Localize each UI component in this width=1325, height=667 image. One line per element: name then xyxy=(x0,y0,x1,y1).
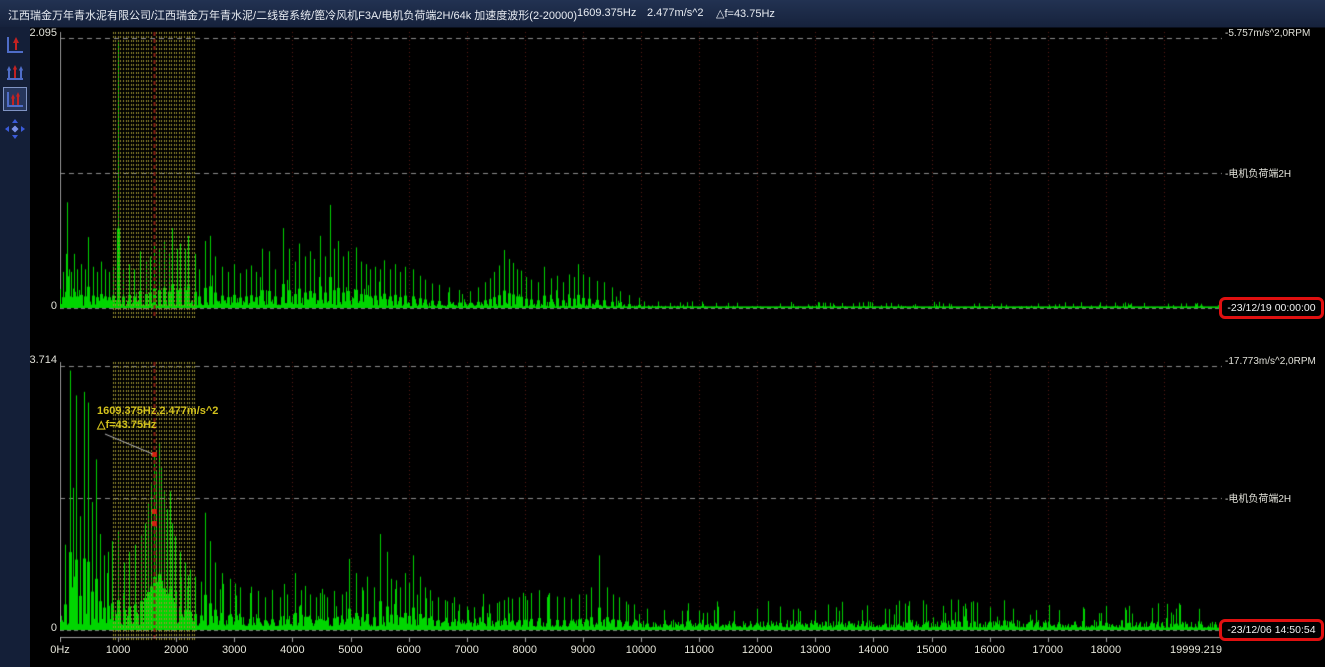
cursor-frequency-readout: 1609.375Hz xyxy=(577,7,636,19)
x-axis-label: 15000 xyxy=(902,644,962,656)
x-axis-label: 14000 xyxy=(843,644,903,656)
title-bar: 江西瑞金万年青水泥有限公司/江西瑞金万年青水泥/二线窑系统/篦冷风机F3A/电机… xyxy=(0,0,1325,28)
sideband-cursor-icon xyxy=(4,88,26,110)
x-axis-label: 1000 xyxy=(88,644,148,656)
delta-f-readout: △f=43.75Hz xyxy=(716,7,775,20)
x-axis-label: 5000 xyxy=(321,644,381,656)
x-axis-label: 6000 xyxy=(379,644,439,656)
chart1-peak-rpm-label: -5.757m/s^2,0RPM xyxy=(1225,28,1310,39)
cursor-annotation-line2: △f=43.75Hz xyxy=(97,418,218,432)
chart2-channel-label: -电机负荷端2H xyxy=(1225,490,1291,505)
pan-icon xyxy=(4,118,26,140)
cursor-annotation-line1: 1609.375Hz,2.477m/s^2 xyxy=(97,404,218,418)
x-axis-label: 18000 xyxy=(1076,644,1136,656)
chart1-timestamp-badge: -23/12/19 00:00:00 xyxy=(1219,297,1324,319)
tool-sidebar xyxy=(0,27,30,667)
chart2-peak-rpm-label: -17.773m/s^2,0RPM xyxy=(1225,356,1316,367)
sideband-cursor-tool-button[interactable] xyxy=(3,87,27,111)
chart1-yzero-label: 0 xyxy=(17,300,57,312)
x-axis-label: 13000 xyxy=(785,644,845,656)
chart2-ymax-label: 3.714 xyxy=(17,354,57,366)
x-axis-label: 8000 xyxy=(495,644,555,656)
x-axis-label: 11000 xyxy=(669,644,729,656)
spectrum-chart-2[interactable] xyxy=(60,360,1222,645)
chart2-yzero-label: 0 xyxy=(17,622,57,634)
cursor-amplitude-readout: 2.477m/s^2 xyxy=(647,7,704,19)
x-axis-label: 16000 xyxy=(960,644,1020,656)
chart2-timestamp-badge: -23/12/06 14:50:54 xyxy=(1219,619,1324,641)
harmonic-cursor-tool-button[interactable] xyxy=(3,60,27,84)
x-axis-label: 7000 xyxy=(437,644,497,656)
x-axis-label: 19999.219 xyxy=(1132,644,1222,656)
harmonic-cursor-icon xyxy=(4,61,26,83)
x-axis-label: 12000 xyxy=(727,644,787,656)
spectrum-chart-1[interactable] xyxy=(60,30,1222,318)
x-axis-label: 10000 xyxy=(611,644,671,656)
x-axis-label: 4000 xyxy=(262,644,322,656)
cursor-annotation: 1609.375Hz,2.477m/s^2 △f=43.75Hz xyxy=(97,404,218,432)
x-axis-label: 9000 xyxy=(553,644,613,656)
pan-tool-button[interactable] xyxy=(3,117,27,141)
x-axis: 0Hz1000200030004000500060007000800090001… xyxy=(0,644,1325,660)
chart1-channel-label: -电机负荷端2H xyxy=(1225,165,1291,180)
x-axis-label: 17000 xyxy=(1018,644,1078,656)
chart1-ymax-label: 2.095 xyxy=(17,27,57,39)
x-axis-label: 0Hz xyxy=(30,644,90,656)
vibration-analysis-app: { "title_bar": { "path": "江西瑞金万年青水泥有限公司/… xyxy=(0,0,1325,667)
breadcrumb: 江西瑞金万年青水泥有限公司/江西瑞金万年青水泥/二线窑系统/篦冷风机F3A/电机… xyxy=(8,7,577,23)
x-axis-label: 2000 xyxy=(146,644,206,656)
x-axis-label: 3000 xyxy=(204,644,264,656)
